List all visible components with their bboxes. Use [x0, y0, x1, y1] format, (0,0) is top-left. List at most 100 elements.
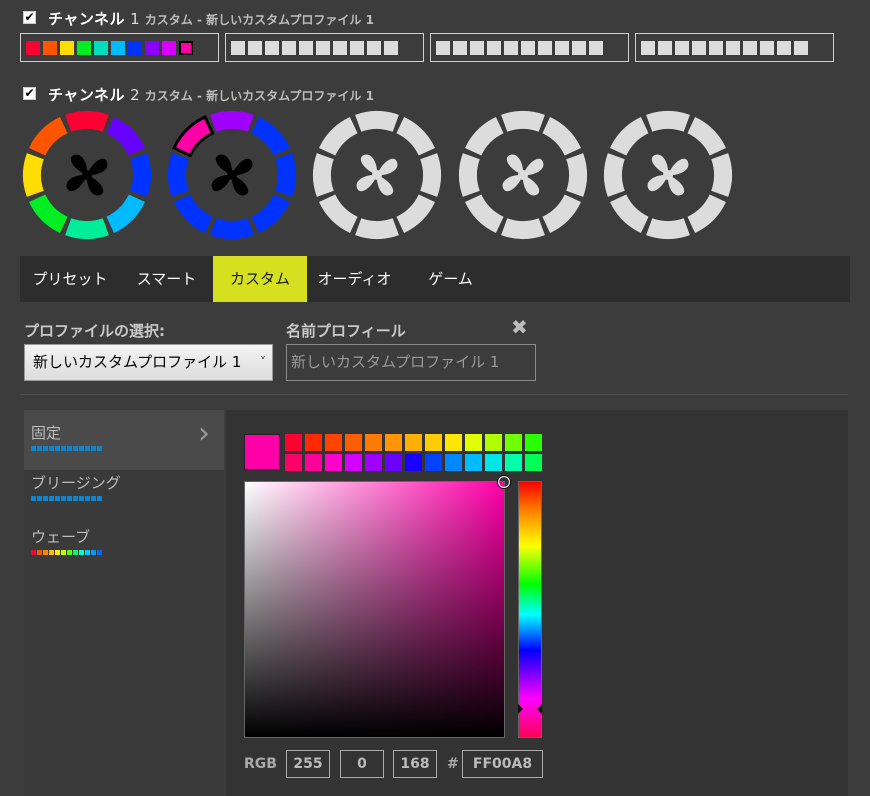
fan-segment[interactable]	[396, 116, 436, 156]
color-swatch[interactable]	[305, 434, 322, 451]
channel2-checkbox[interactable]: ✔	[23, 87, 36, 100]
fan-segment[interactable]	[106, 194, 146, 234]
color-swatch[interactable]	[525, 434, 542, 451]
fan-segment[interactable]	[566, 153, 587, 197]
fan-segment[interactable]	[210, 111, 254, 132]
fan-segment[interactable]	[501, 111, 545, 132]
fan-5[interactable]	[603, 110, 733, 240]
led-cell[interactable]	[43, 40, 57, 55]
led-cell[interactable]	[179, 40, 193, 55]
profile-select[interactable]: 新しいカスタムプロファイル 1 ˅	[24, 344, 273, 381]
led-cell[interactable]	[248, 40, 262, 55]
color-swatch[interactable]	[285, 434, 302, 451]
led-cell[interactable]	[128, 40, 142, 55]
fan-segment[interactable]	[542, 116, 582, 156]
tab-preset[interactable]: プリセット	[20, 256, 120, 302]
led-cell[interactable]	[521, 40, 535, 55]
effect-item-wave[interactable]: ウェーブ	[24, 514, 224, 574]
fan-segment[interactable]	[65, 111, 109, 132]
fan-segment[interactable]	[251, 116, 291, 156]
led-cell[interactable]	[26, 40, 40, 55]
color-swatch[interactable]	[325, 454, 342, 471]
red-input[interactable]: 255	[286, 750, 330, 778]
led-cell[interactable]	[145, 40, 159, 55]
led-cell[interactable]	[589, 40, 603, 55]
effect-item-breathing[interactable]: ブリージング	[24, 460, 224, 520]
led-cell[interactable]	[436, 40, 450, 55]
color-swatch[interactable]	[385, 434, 402, 451]
fan-segment[interactable]	[355, 111, 399, 132]
fan-segment[interactable]	[251, 194, 291, 234]
fan-segment[interactable]	[28, 116, 68, 156]
fan-segment[interactable]	[646, 218, 690, 239]
color-swatch[interactable]	[445, 434, 462, 451]
color-swatch[interactable]	[385, 454, 402, 471]
color-swatch[interactable]	[505, 454, 522, 471]
tab-audio[interactable]: オーディオ	[307, 256, 402, 302]
color-swatch[interactable]	[405, 454, 422, 471]
hex-input[interactable]: FF00A8	[462, 750, 543, 778]
fan-segment[interactable]	[130, 153, 151, 197]
led-cell[interactable]	[231, 40, 245, 55]
profile-name-input[interactable]: 新しいカスタムプロファイル 1	[286, 344, 536, 381]
fan-segment[interactable]	[687, 116, 727, 156]
fan-segment[interactable]	[173, 194, 213, 234]
led-cell[interactable]	[77, 40, 91, 55]
fan-segment[interactable]	[501, 218, 545, 239]
fan-3[interactable]	[312, 110, 442, 240]
color-swatch[interactable]	[525, 454, 542, 471]
picker-handle[interactable]	[498, 476, 510, 488]
led-cell[interactable]	[777, 40, 791, 55]
color-swatch[interactable]	[425, 454, 442, 471]
fan-segment[interactable]	[22, 153, 44, 197]
fan-segment[interactable]	[542, 194, 582, 234]
color-swatch[interactable]	[345, 434, 362, 451]
fan-segment[interactable]	[168, 153, 189, 197]
channel1-checkbox[interactable]: ✔	[23, 11, 36, 24]
fan-1[interactable]	[22, 110, 152, 240]
led-cell[interactable]	[504, 40, 518, 55]
led-cell[interactable]	[333, 40, 347, 55]
color-swatch[interactable]	[465, 454, 482, 471]
blue-input[interactable]: 168	[393, 750, 437, 778]
fan-segment[interactable]	[318, 116, 358, 156]
color-swatch[interactable]	[325, 434, 342, 451]
fan-segment[interactable]	[172, 115, 215, 158]
tab-custom[interactable]: カスタム	[213, 256, 307, 302]
fan-segment[interactable]	[604, 153, 625, 197]
color-swatch[interactable]	[365, 454, 382, 471]
led-cell[interactable]	[658, 40, 672, 55]
fan-segment[interactable]	[318, 194, 358, 234]
fan-segment[interactable]	[711, 153, 732, 197]
led-cell[interactable]	[538, 40, 552, 55]
fan-segment[interactable]	[464, 116, 504, 156]
fan-segment[interactable]	[28, 194, 68, 234]
color-swatch[interactable]	[505, 434, 522, 451]
fan-segment[interactable]	[609, 116, 649, 156]
tab-smart[interactable]: スマート	[120, 256, 213, 302]
led-cell[interactable]	[316, 40, 330, 55]
led-cell[interactable]	[709, 40, 723, 55]
saturation-value-picker[interactable]	[244, 476, 510, 738]
green-input[interactable]: 0	[340, 750, 384, 778]
led-cell[interactable]	[760, 40, 774, 55]
fan-segment[interactable]	[275, 153, 296, 197]
color-swatch[interactable]	[445, 454, 462, 471]
fan-segment[interactable]	[646, 111, 690, 132]
tab-game[interactable]: ゲーム	[402, 256, 499, 302]
led-cell[interactable]	[162, 40, 176, 55]
led-cell[interactable]	[470, 40, 484, 55]
fan-segment[interactable]	[65, 218, 109, 239]
fan-segment[interactable]	[210, 218, 254, 239]
color-swatch[interactable]	[425, 434, 442, 451]
hue-handle-left[interactable]	[518, 704, 523, 714]
color-swatch[interactable]	[485, 454, 502, 471]
color-swatch[interactable]	[285, 454, 302, 471]
fan-segment[interactable]	[355, 218, 399, 239]
hue-slider[interactable]	[518, 481, 542, 738]
fan-segment[interactable]	[396, 194, 436, 234]
led-cell[interactable]	[265, 40, 279, 55]
led-cell[interactable]	[743, 40, 757, 55]
led-cell[interactable]	[299, 40, 313, 55]
fan-segment[interactable]	[609, 194, 649, 234]
